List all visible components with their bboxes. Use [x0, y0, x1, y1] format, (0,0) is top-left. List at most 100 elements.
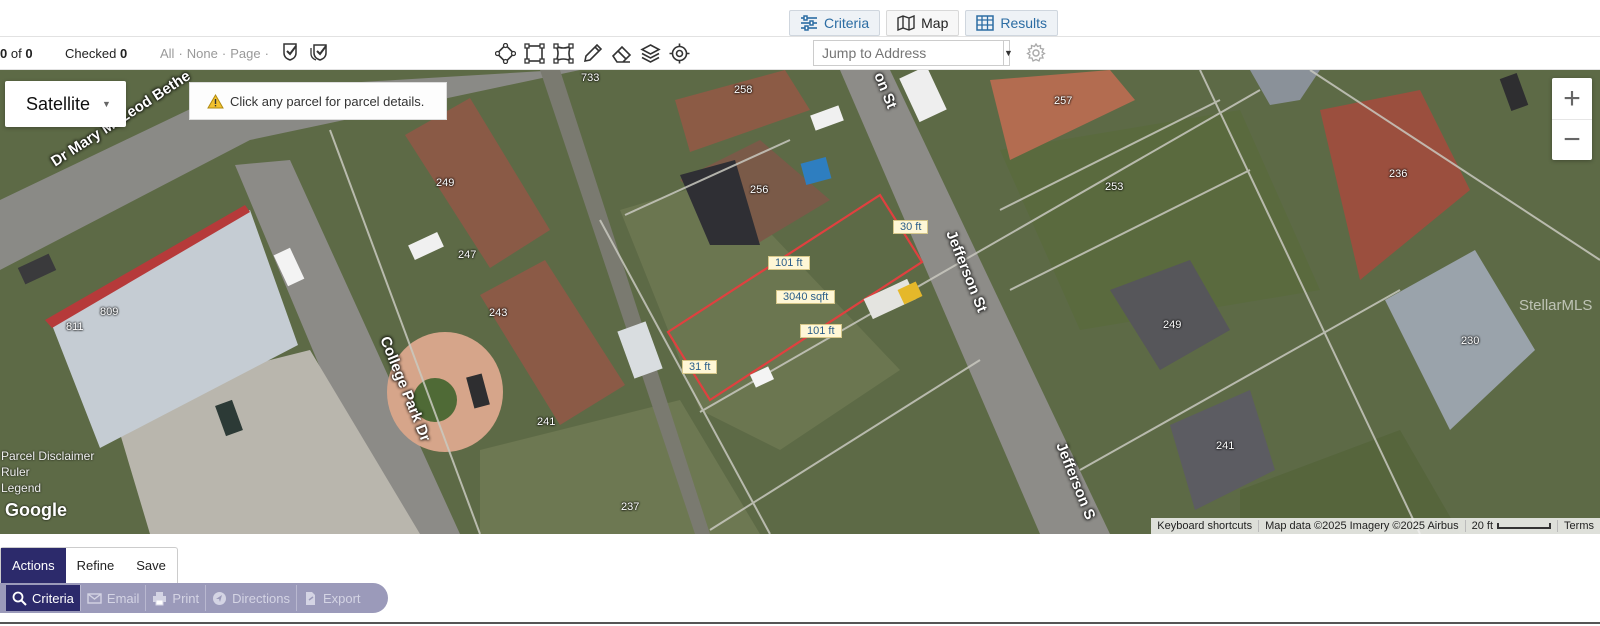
separator-dot: ·	[264, 46, 269, 61]
separator-dot: ·	[178, 46, 183, 61]
map-data-text: Map data ©2025 Imagery ©2025 Airbus	[1258, 520, 1465, 532]
jump-to-address: ▼	[813, 40, 1013, 66]
ruler-link[interactable]: Ruler	[1, 464, 94, 480]
terms-link[interactable]: Terms	[1557, 520, 1600, 532]
email-icon	[87, 592, 102, 604]
map-attribution: Keyboard shortcuts Map data ©2025 Imager…	[1151, 518, 1600, 534]
map-type-dropdown[interactable]: Satellite ▼	[5, 81, 126, 127]
scale-indicator[interactable]: 20 ft	[1464, 520, 1557, 532]
map-icon	[897, 15, 915, 31]
tab-results[interactable]: Results	[965, 10, 1059, 36]
double-shield-check-icon[interactable]	[309, 42, 329, 62]
select-all-link[interactable]: All	[160, 46, 174, 61]
locate-button[interactable]	[668, 42, 691, 65]
parcel-number: 811	[66, 321, 84, 333]
layers-icon	[640, 44, 661, 63]
erase-button[interactable]	[610, 42, 633, 65]
export-label: Export	[322, 590, 361, 606]
parcel-number: 733	[581, 72, 600, 84]
check-actions	[281, 42, 329, 62]
parcel-number: 230	[1461, 335, 1480, 347]
watermark: StellarMLS	[1519, 297, 1593, 314]
rectangle-icon	[524, 43, 545, 64]
draw-freeform-button[interactable]	[552, 42, 575, 65]
measurement-label: 101 ft	[800, 324, 842, 338]
crosshair-icon	[669, 43, 690, 64]
export-button[interactable]: Export	[297, 585, 367, 611]
select-links: All · None · Page ·	[160, 46, 269, 61]
scale-bar	[1497, 523, 1552, 530]
count-of: of	[10, 46, 22, 61]
info-message: Click any parcel for parcel details.	[189, 82, 447, 120]
view-tabs: Criteria Map Results	[789, 10, 1059, 36]
tab-save[interactable]: Save	[125, 548, 177, 583]
zoom-control: + −	[1552, 78, 1592, 160]
checked-count: Checked 0	[65, 46, 127, 61]
search-icon	[12, 591, 27, 606]
result-count: 0 of 0	[0, 46, 33, 61]
bottom-tabs: Actions Refine Save	[0, 547, 178, 583]
measurement-label: 101 ft	[768, 256, 810, 270]
parcel-number: 258	[734, 84, 753, 96]
directions-icon	[213, 591, 227, 605]
zoom-out-button[interactable]: −	[1552, 119, 1592, 160]
parcel-number: 241	[1216, 440, 1235, 452]
zoom-in-button[interactable]: +	[1552, 78, 1592, 119]
tab-actions[interactable]: Actions	[1, 548, 66, 583]
chevron-down-icon[interactable]: ▼	[1003, 41, 1013, 65]
parcel-number: 809	[100, 306, 119, 318]
parcel-number: 253	[1105, 181, 1124, 193]
shield-check-icon[interactable]	[281, 42, 301, 62]
tab-criteria[interactable]: Criteria	[789, 10, 881, 36]
count-total: 0	[25, 46, 33, 61]
parcel-number: 257	[1054, 95, 1073, 107]
print-label: Print	[172, 590, 200, 606]
bottom-divider	[0, 622, 1600, 624]
caret-down-icon: ▼	[102, 99, 111, 109]
export-icon	[305, 591, 315, 605]
eraser-icon	[611, 45, 632, 63]
draw-line-button[interactable]	[581, 42, 604, 65]
polygon-icon	[495, 43, 516, 64]
measurement-label: 31 ft	[682, 360, 718, 374]
parcel-number: 256	[750, 184, 769, 196]
select-none-link[interactable]: None	[187, 46, 218, 61]
print-button[interactable]: Print	[146, 585, 207, 611]
parcel-number: 236	[1389, 168, 1408, 180]
separator-dot: ·	[221, 46, 227, 61]
draw-tools	[494, 42, 691, 65]
app-root: Criteria Map Results 0 of 0 Checked 0 Al…	[0, 0, 1600, 626]
directions-button[interactable]: Directions	[206, 585, 297, 611]
measurement-label: 30 ft	[893, 220, 929, 234]
tab-map[interactable]: Map	[886, 10, 960, 36]
parcel-number: 237	[621, 501, 640, 513]
tab-results-label: Results	[1000, 15, 1048, 31]
checked-label: Checked	[65, 46, 117, 61]
map-view[interactable]: 733 258 257 249 256 253 236 247 809 811 …	[0, 70, 1600, 534]
area-label: 3040 sqft	[776, 290, 836, 304]
criteria-action-button[interactable]: Criteria	[6, 585, 81, 611]
email-label: Email	[106, 590, 140, 606]
sliders-icon	[801, 15, 817, 31]
parcel-disclaimer-link[interactable]: Parcel Disclaimer	[1, 448, 94, 464]
tab-refine[interactable]: Refine	[66, 548, 126, 583]
parcel-number: 241	[537, 416, 556, 428]
tab-criteria-label: Criteria	[824, 15, 870, 31]
map-type-label: Satellite	[26, 93, 91, 114]
keyboard-shortcuts-link[interactable]: Keyboard shortcuts	[1151, 520, 1258, 532]
parcel-number: 243	[489, 307, 508, 319]
tab-map-label: Map	[921, 15, 949, 31]
draw-polygon-button[interactable]	[494, 42, 517, 65]
checked-value: 0	[119, 46, 128, 61]
email-button[interactable]: Email	[81, 585, 147, 611]
count-current: 0	[0, 46, 8, 61]
gear-icon[interactable]	[1026, 43, 1046, 63]
draw-rectangle-button[interactable]	[523, 42, 546, 65]
action-bar: Criteria Email Print Directions Export	[0, 583, 388, 613]
select-page-link[interactable]: Page	[230, 46, 260, 61]
layers-button[interactable]	[639, 42, 662, 65]
jump-to-address-input[interactable]	[814, 41, 1003, 65]
google-logo: Google	[5, 500, 67, 520]
table-icon	[976, 15, 995, 31]
legend-link[interactable]: Legend	[1, 480, 94, 496]
